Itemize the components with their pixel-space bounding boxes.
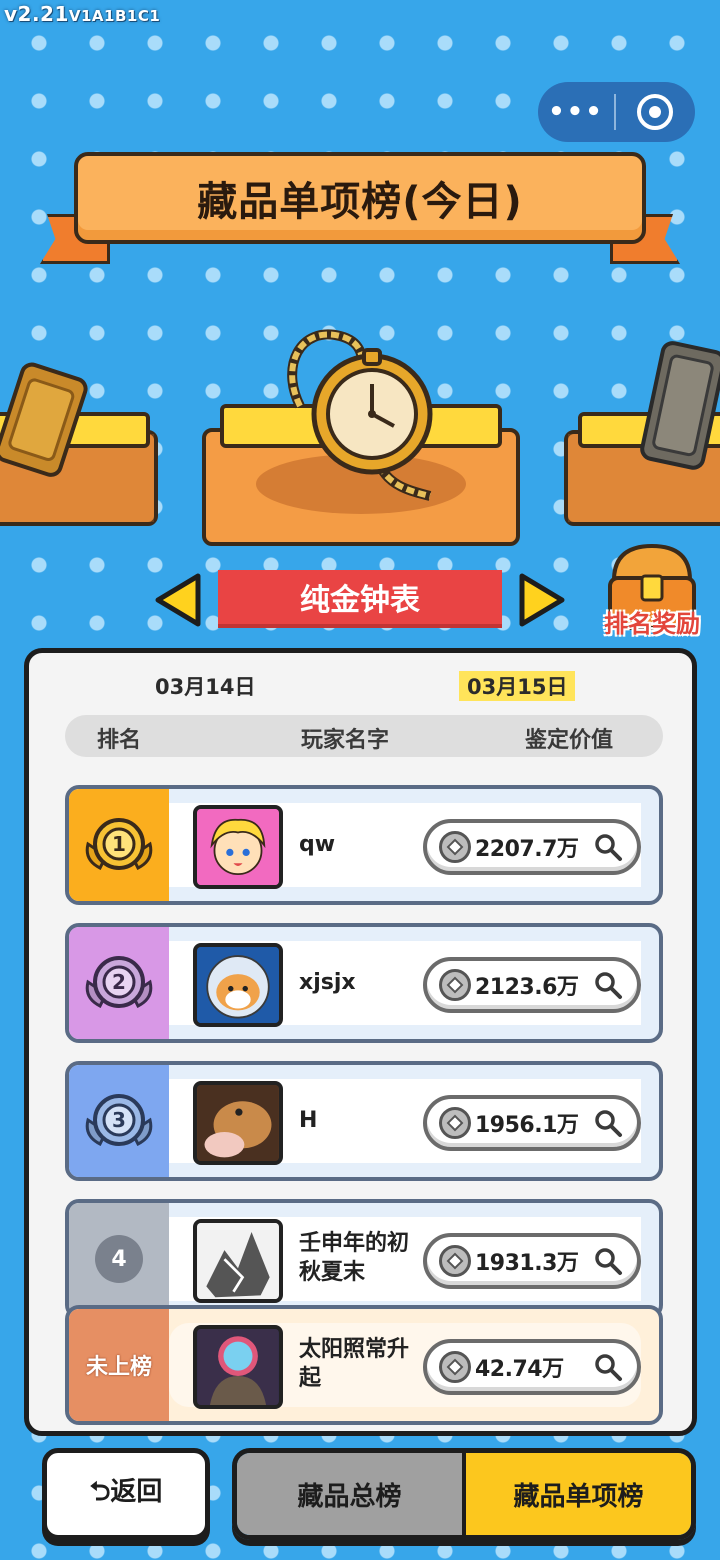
appraised-value: 42.74万 [475, 1357, 564, 1382]
player-name: xjsjx [299, 969, 356, 995]
coin-icon [439, 1107, 471, 1139]
my-rank-row[interactable]: 未上榜 太阳照常升起 42.74万 [65, 1305, 663, 1425]
gold-pocket-watch-icon [270, 316, 460, 506]
avatar[interactable] [193, 1325, 283, 1409]
value-pill[interactable]: 2123.6万 [423, 957, 641, 1013]
unranked-label: 未上榜 [85, 1355, 152, 1380]
column-header: 排名 玩家名字 鉴定价值 [65, 715, 663, 757]
avatar[interactable] [193, 943, 283, 1027]
value-pill[interactable]: 42.74万 [423, 1339, 641, 1395]
tab-collection-single[interactable]: 藏品单项榜 [462, 1453, 691, 1535]
coin-icon [439, 1351, 471, 1383]
gold-medal-1-icon: 1 [85, 818, 153, 871]
table-row[interactable]: 2 xjsjx 2123.6万 [65, 923, 663, 1043]
prev-item-arrow-icon[interactable] [154, 572, 202, 628]
column-value: 鉴定价值 [525, 728, 614, 753]
coin-icon [439, 831, 471, 863]
avatar[interactable] [193, 805, 283, 889]
column-rank: 排名 [97, 728, 142, 753]
miniprogram-capsule: ••• [538, 82, 695, 142]
bronze-medal-3-icon: 3 [85, 1094, 153, 1147]
back-button-label: ⮌返回 [89, 1477, 163, 1507]
version-label: v2.21V1A1B1C1 [4, 2, 161, 26]
value-pill[interactable]: 2207.7万 [423, 819, 641, 875]
silver-bar-icon [636, 338, 720, 472]
value-pill[interactable]: 1931.3万 [423, 1233, 641, 1289]
more-dots-icon[interactable]: ••• [538, 99, 614, 125]
player-name: qw [299, 831, 336, 857]
rank-number-badge: 4 [95, 1235, 143, 1283]
search-icon[interactable] [593, 1352, 623, 1382]
next-item-arrow-icon[interactable] [518, 572, 566, 628]
player-name: H [299, 1107, 318, 1133]
player-name: 壬申年的初秋夏末 [299, 1231, 410, 1285]
appraised-value: 2123.6万 [475, 975, 579, 1000]
tab-collection-total[interactable]: 藏品总榜 [237, 1453, 462, 1535]
target-circle-icon [637, 94, 673, 130]
search-icon[interactable] [593, 1108, 623, 1138]
rank-reward-label[interactable]: 排名奖励 [596, 604, 708, 639]
search-icon[interactable] [593, 832, 623, 862]
date-tab-current[interactable]: 03月15日 [459, 671, 576, 701]
title-banner: 藏品单项榜(今日) [74, 152, 646, 244]
gold-bar-icon [0, 362, 90, 480]
rank-cell: 4 [69, 1203, 169, 1315]
appraised-value: 2207.7万 [475, 837, 579, 862]
rank-cell: 2 [69, 927, 169, 1039]
search-icon[interactable] [593, 1246, 623, 1276]
page-title: 藏品单项榜(今日) [197, 179, 523, 225]
appraised-value: 1931.3万 [475, 1251, 579, 1276]
column-player: 玩家名字 [301, 728, 390, 753]
player-name: 太阳照常升起 [299, 1337, 410, 1391]
coin-icon [439, 969, 471, 1001]
svg-text:3: 3 [112, 1108, 126, 1132]
table-row[interactable]: 4 壬申年的初秋夏末 1931.3万 [65, 1199, 663, 1319]
close-miniprogram-button[interactable] [616, 94, 694, 130]
value-pill[interactable]: 1956.1万 [423, 1095, 641, 1151]
leaderboard-panel: 03月14日 03月15日 排名 玩家名字 鉴定价值 1 qw 2207.7万 … [24, 648, 697, 1436]
svg-text:1: 1 [112, 832, 126, 856]
table-row[interactable]: 1 qw 2207.7万 [65, 785, 663, 905]
rank-cell: 3 [69, 1065, 169, 1177]
table-row[interactable]: 3 H 1956.1万 [65, 1061, 663, 1181]
rank-cell: 1 [69, 789, 169, 901]
svg-text:2: 2 [112, 970, 126, 994]
silver-medal-2-icon: 2 [85, 956, 153, 1009]
avatar[interactable] [193, 1219, 283, 1303]
ranking-tabs: 藏品总榜 藏品单项榜 [232, 1448, 696, 1540]
date-tab-prev[interactable]: 03月14日 [155, 671, 255, 701]
appraised-value: 1956.1万 [475, 1113, 579, 1138]
rank-cell: 未上榜 [69, 1309, 169, 1421]
coin-icon [439, 1245, 471, 1277]
item-name-plate: 纯金钟表 [218, 570, 502, 628]
back-button[interactable]: ⮌返回 [42, 1448, 210, 1540]
avatar[interactable] [193, 1081, 283, 1165]
search-icon[interactable] [593, 970, 623, 1000]
